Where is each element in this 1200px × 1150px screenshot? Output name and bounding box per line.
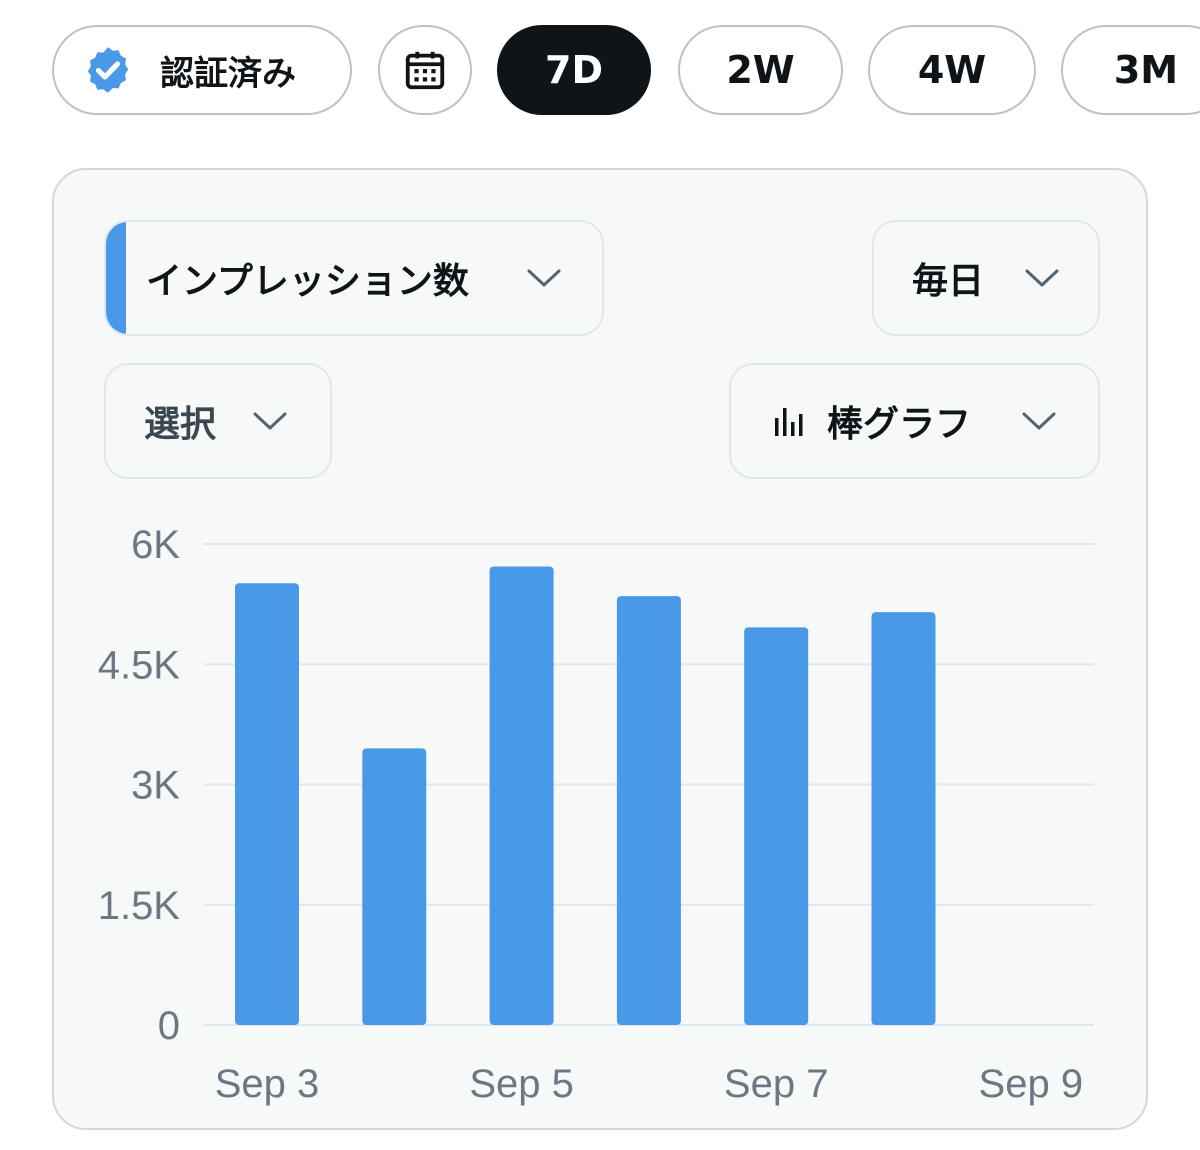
range-3m-button[interactable]: 3M — [1061, 25, 1200, 115]
y-tick-label: 6K — [131, 523, 180, 567]
calendar-icon — [405, 51, 445, 90]
bar — [616, 596, 681, 1025]
date-range-toolbar: 認証済み 7D 2W 4W 3M — [0, 0, 1200, 140]
bar — [489, 566, 554, 1025]
x-tick-label: Sep 5 — [469, 1062, 574, 1106]
verified-badge-icon — [87, 47, 129, 93]
bar — [235, 583, 299, 1025]
calendar-button[interactable] — [378, 25, 472, 115]
y-tick-label: 3K — [131, 764, 180, 808]
range-2w-button[interactable]: 2W — [678, 25, 843, 115]
verified-filter-label: 認証済み — [160, 53, 296, 94]
verified-filter-button[interactable]: 認証済み — [52, 25, 352, 115]
bar — [744, 627, 809, 1025]
chart-card: インプレッション数 毎日 選択 棒グラフ 0 1.5K 3K 4.5K 6K Sep 3S… — [52, 168, 1148, 1130]
y-tick-label: 1.5K — [98, 884, 181, 928]
bar — [871, 612, 936, 1025]
impressions-bar-chart: 0 1.5K 3K 4.5K 6K Sep 3 Sep 5 Sep 7 Sep 9 — [98, 523, 1094, 1106]
x-tick-label: Sep 3 — [215, 1062, 320, 1106]
bar — [362, 748, 427, 1025]
y-tick-label: 0 — [158, 1004, 180, 1048]
y-tick-label: 4.5K — [98, 643, 181, 687]
x-tick-label: Sep 9 — [979, 1062, 1084, 1106]
range-4w-button[interactable]: 4W — [868, 25, 1036, 115]
x-tick-label: Sep 7 — [724, 1062, 829, 1106]
range-7d-button[interactable]: 7D — [497, 25, 651, 115]
